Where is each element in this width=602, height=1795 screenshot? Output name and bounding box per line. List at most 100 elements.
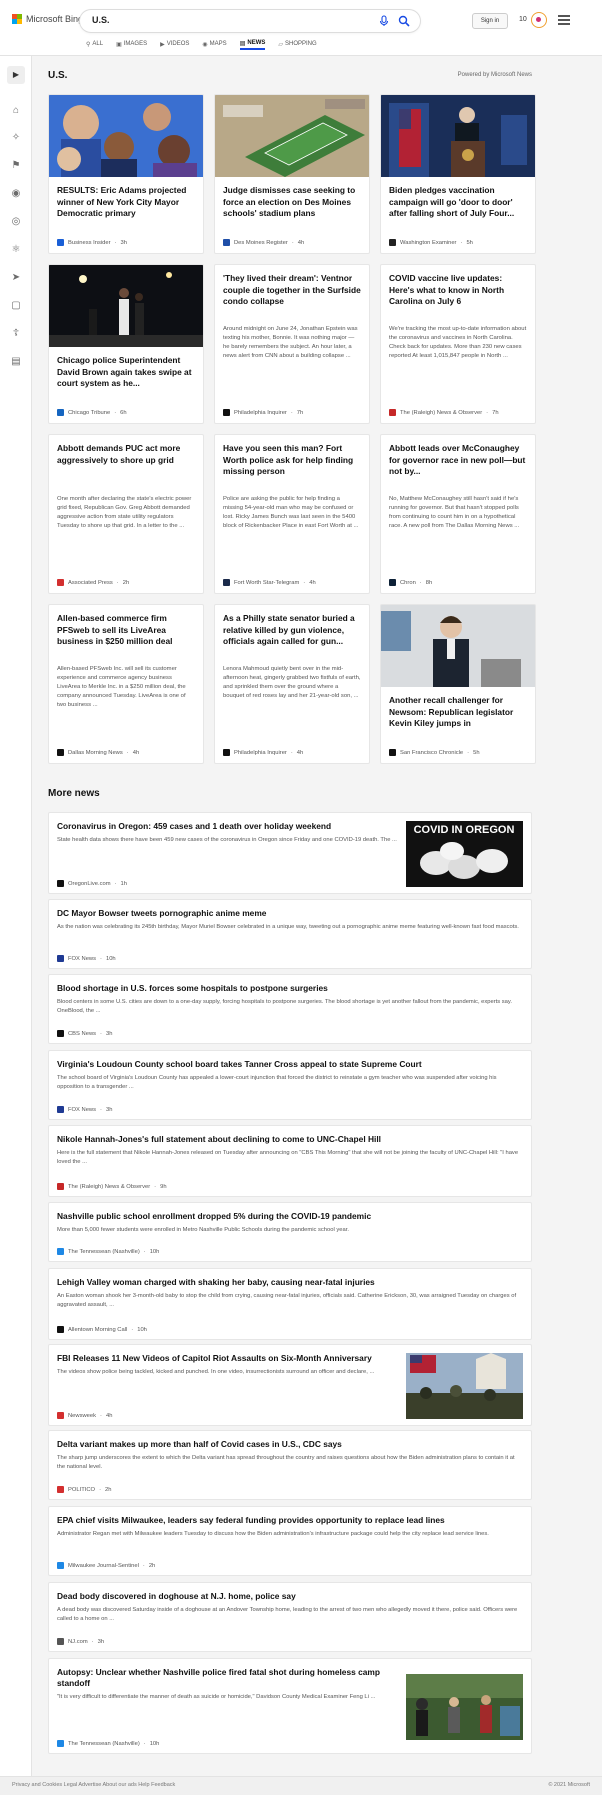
bing-logo[interactable]: Microsoft Bing [12, 14, 83, 24]
menu-icon[interactable] [558, 15, 570, 25]
news-card-title[interactable]: Abbott leads over McConaughey for govern… [389, 443, 527, 478]
news-card[interactable]: Allen-based commerce firm PFSweb to sell… [48, 604, 204, 764]
rewards-points[interactable]: 10 [519, 16, 527, 23]
news-item-title[interactable]: FBI Releases 11 New Videos of Capitol Ri… [57, 1353, 405, 1364]
tab-all[interactable]: ⚲ ALL [86, 38, 103, 50]
news-list-item[interactable]: Dead body discovered in doghouse at N.J.… [48, 1582, 532, 1652]
news-card-title[interactable]: Biden pledges vaccination campaign will … [389, 185, 527, 220]
news-item-title[interactable]: Dead body discovered in doghouse at N.J.… [57, 1591, 523, 1602]
tab-shopping[interactable]: ▱ SHOPPING [278, 38, 316, 50]
news-card-source[interactable]: Chron · 8h [389, 579, 432, 586]
news-item-title[interactable]: Delta variant makes up more than half of… [57, 1439, 523, 1450]
news-card-title[interactable]: Judge dismisses case seeking to force an… [223, 185, 361, 220]
news-item-thumbnail[interactable] [406, 1351, 523, 1421]
news-card-image[interactable] [381, 95, 535, 177]
money-icon[interactable]: ▤ [9, 355, 23, 369]
news-list-item[interactable]: Virginia's Loudoun County school board t… [48, 1050, 532, 1120]
discover-icon[interactable]: ✧ [9, 131, 23, 145]
news-item-title[interactable]: Blood shortage in U.S. forces some hospi… [57, 983, 523, 994]
search-box[interactable]: U.S. [80, 10, 420, 32]
news-card-source[interactable]: San Francisco Chronicle · 5h [389, 749, 480, 756]
news-card-title[interactable]: Another recall challenger for Newsom: Re… [389, 695, 527, 730]
news-list-item[interactable]: Nikole Hannah-Jones's full statement abo… [48, 1125, 532, 1197]
news-item-source[interactable]: Newsweek · 4h [57, 1412, 112, 1419]
home-icon[interactable]: ⌂ [9, 104, 23, 118]
news-list-item[interactable]: Delta variant makes up more than half of… [48, 1430, 532, 1500]
news-item-title[interactable]: Coronavirus in Oregon: 459 cases and 1 d… [57, 821, 405, 832]
news-item-source[interactable]: FOX News · 10h [57, 955, 116, 962]
news-card-title[interactable]: Chicago police Superintendent David Brow… [57, 355, 195, 390]
news-card[interactable]: Abbott leads over McConaughey for govern… [380, 434, 536, 594]
location-icon[interactable]: ◉ [9, 187, 23, 201]
news-item-title[interactable]: Virginia's Loudoun County school board t… [57, 1059, 523, 1070]
news-card-image[interactable] [381, 605, 535, 687]
expand-rail-icon[interactable]: ▶ [7, 66, 25, 84]
news-item-title[interactable]: Autopsy: Unclear whether Nashville polic… [57, 1667, 405, 1689]
tab-images[interactable]: ▣ IMAGES [116, 38, 147, 50]
news-item-title[interactable]: Nashville public school enrollment dropp… [57, 1211, 523, 1222]
news-card-title[interactable]: Have you seen this man? Fort Worth polic… [223, 443, 361, 478]
news-card[interactable]: 'They lived their dream': Ventnor couple… [214, 264, 370, 424]
news-card-image[interactable] [49, 95, 203, 179]
news-card[interactable]: Another recall challenger for Newsom: Re… [380, 604, 536, 764]
powered-by-label[interactable]: Powered by Microsoft News [458, 72, 532, 78]
news-card-source[interactable]: Fort Worth Star-Telegram · 4h [223, 579, 316, 586]
news-item-title[interactable]: Lehigh Valley woman charged with shaking… [57, 1277, 523, 1288]
news-item-source[interactable]: POLITICO · 2h [57, 1486, 111, 1493]
news-card-title[interactable]: COVID vaccine live updates: Here's what … [389, 273, 527, 308]
globe-icon[interactable]: ◎ [9, 215, 23, 229]
entertainment-icon[interactable]: ▢ [9, 299, 23, 313]
news-card-source[interactable]: Business Insider · 3h [57, 239, 127, 246]
flag-icon[interactable]: ⚑ [9, 159, 23, 173]
news-item-thumbnail[interactable]: COVID IN OREGON [406, 819, 523, 889]
news-list-item[interactable]: DC Mayor Bowser tweets pornographic anim… [48, 899, 532, 969]
news-card-title[interactable]: Abbott demands PUC act more aggressively… [57, 443, 195, 466]
news-list-item[interactable]: Nashville public school enrollment dropp… [48, 1202, 532, 1262]
news-list-item[interactable]: FBI Releases 11 New Videos of Capitol Ri… [48, 1344, 532, 1426]
news-card-source[interactable]: Philadelphia Inquirer · 7h [223, 409, 303, 416]
news-card[interactable]: Abbott demands PUC act more aggressively… [48, 434, 204, 594]
news-list-item[interactable]: EPA chief visits Milwaukee, leaders say … [48, 1506, 532, 1576]
news-list-item[interactable]: Coronavirus in Oregon: 459 cases and 1 d… [48, 812, 532, 894]
news-card[interactable]: Judge dismisses case seeking to force an… [214, 94, 370, 254]
search-icon[interactable] [398, 15, 410, 27]
news-card-image[interactable] [49, 265, 203, 347]
news-list-item[interactable]: Autopsy: Unclear whether Nashville polic… [48, 1658, 532, 1754]
microphone-icon[interactable] [378, 15, 390, 27]
news-item-title[interactable]: DC Mayor Bowser tweets pornographic anim… [57, 908, 523, 919]
news-card-title[interactable]: As a Philly state senator buried a relat… [223, 613, 361, 648]
news-item-source[interactable]: The Tennessean (Nashville) · 10h [57, 1740, 159, 1747]
news-item-source[interactable]: FOX News · 3h [57, 1106, 112, 1113]
news-card-title[interactable]: RESULTS: Eric Adams projected winner of … [57, 185, 195, 220]
news-item-source[interactable]: The Tennessean (Nashville) · 10h [57, 1248, 159, 1255]
politics-icon[interactable]: ☦ [9, 327, 23, 341]
news-card-source[interactable]: The (Raleigh) News & Observer · 7h [389, 409, 499, 416]
news-card[interactable]: Have you seen this man? Fort Worth polic… [214, 434, 370, 594]
microscope-icon[interactable]: ⚛ [9, 243, 23, 257]
news-item-source[interactable]: Allentown Morning Call · 10h [57, 1326, 147, 1333]
news-item-title[interactable]: EPA chief visits Milwaukee, leaders say … [57, 1515, 523, 1526]
news-item-thumbnail[interactable] [406, 1665, 523, 1749]
news-item-source[interactable]: Milwaukee Journal-Sentinel · 2h [57, 1562, 155, 1569]
rewards-icon[interactable] [531, 12, 547, 28]
news-card-source[interactable]: Dallas Morning News · 4h [57, 749, 139, 756]
sign-in-button[interactable]: Sign in [472, 13, 508, 29]
news-card-image[interactable] [215, 95, 369, 177]
news-card-title[interactable]: Allen-based commerce firm PFSweb to sell… [57, 613, 195, 648]
news-card-source[interactable]: Chicago Tribune · 6h [57, 409, 127, 416]
news-card-source[interactable]: Washington Examiner · 5h [389, 239, 473, 246]
news-list-item[interactable]: Lehigh Valley woman charged with shaking… [48, 1268, 532, 1340]
tab-maps[interactable]: ◉ MAPS [202, 38, 226, 50]
footer-links[interactable]: Privacy and Cookies Legal Advertise Abou… [12, 1782, 175, 1788]
news-card[interactable]: RESULTS: Eric Adams projected winner of … [48, 94, 204, 254]
news-item-source[interactable]: OregonLive.com · 1h [57, 880, 127, 887]
news-card-source[interactable]: Philadelphia Inquirer · 4h [223, 749, 303, 756]
search-query[interactable]: U.S. [92, 15, 110, 25]
news-card[interactable]: As a Philly state senator buried a relat… [214, 604, 370, 764]
news-card[interactable]: COVID vaccine live updates: Here's what … [380, 264, 536, 424]
news-item-title[interactable]: Nikole Hannah-Jones's full statement abo… [57, 1134, 523, 1145]
news-item-source[interactable]: NJ.com · 3h [57, 1638, 104, 1645]
news-card-title[interactable]: 'They lived their dream': Ventnor couple… [223, 273, 361, 308]
tab-videos[interactable]: ▶ VIDEOS [160, 38, 189, 50]
news-item-source[interactable]: CBS News · 3h [57, 1030, 112, 1037]
